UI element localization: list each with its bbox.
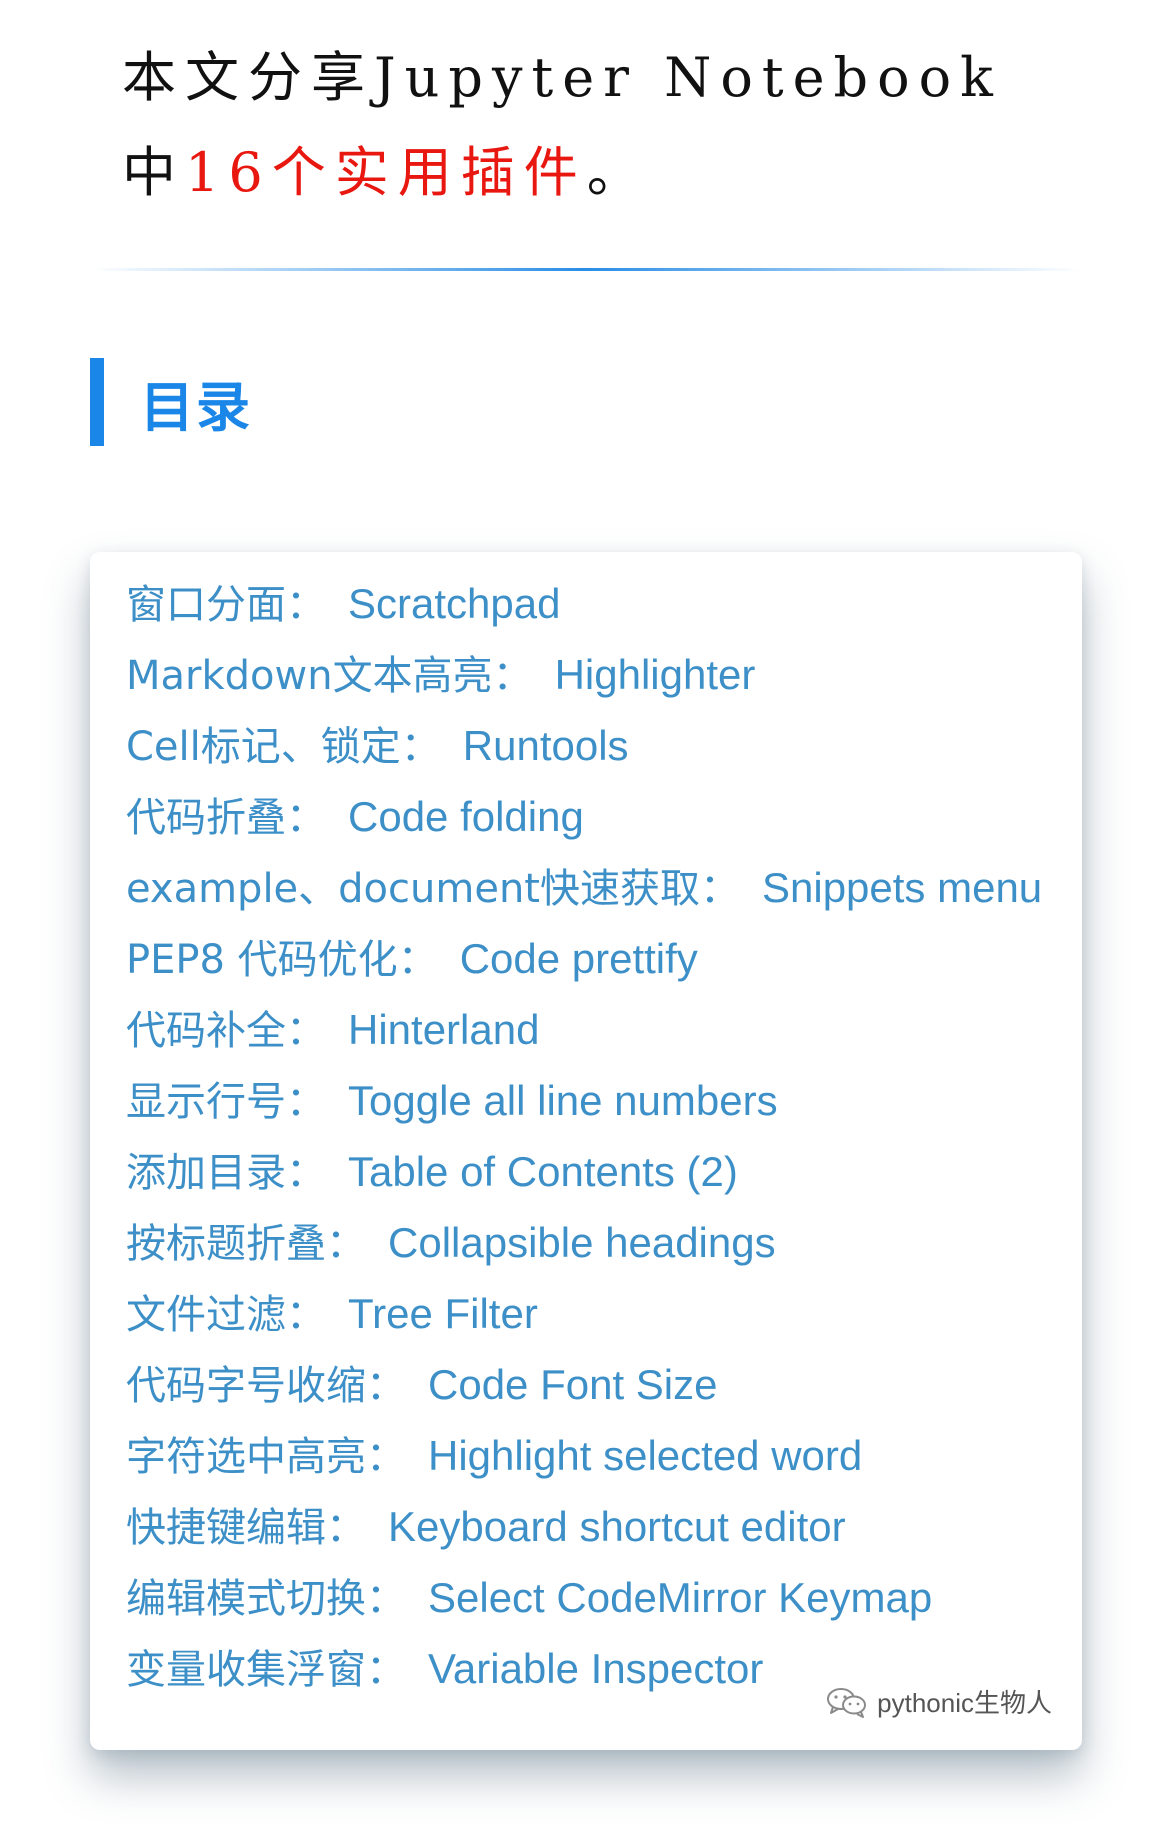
toc-item[interactable]: 显示行号： Toggle all line numbers [126,1065,1042,1136]
wechat-icon [827,1687,867,1718]
toc-item-separator: ： [397,937,438,983]
toc-item-chinese-title: 文件过滤 [126,1292,286,1338]
watermark: pythonic生物人 [825,1683,1052,1720]
intro-line-2-prefix: 中 [122,141,185,204]
toc-item-separator: ： [366,1434,406,1480]
toc-item-chinese-title: 代码折叠 [126,795,286,841]
toc-item[interactable]: 文件过滤： Tree Filter [126,1278,1042,1349]
toc-item-chinese-title: 按标题折叠 [126,1221,326,1267]
toc-item-chinese-title: 字符选中高亮 [126,1434,366,1480]
toc-item-separator: ： [326,1221,366,1267]
toc-item-plugin-name: Select CodeMirror Keymap [428,1574,933,1621]
toc-item-chinese-title: PEP8 代码优化 [126,937,398,983]
intro-line-2: 中16个实用插件。 [122,125,1082,220]
watermark-text: pythonic生物人 [877,1688,1052,1718]
toc-list: 窗口分面： Scratchpad Markdown文本高亮： Highlighter C… [126,568,1042,1704]
toc-item[interactable]: 代码字号收缩： Code Font Size [126,1349,1042,1420]
toc-item-separator: ： [286,1008,326,1054]
toc-item-chinese-title: 添加目录 [126,1150,286,1196]
heading-accent-bar [90,358,104,446]
toc-item-chinese-title: Cell标记、锁定 [126,724,401,770]
toc-item-chinese-title: 快捷键编辑 [126,1505,326,1551]
toc-item[interactable]: 代码折叠： Code folding [126,781,1042,852]
toc-item-plugin-name: Hinterland [348,1006,540,1053]
toc-item-separator: ： [699,866,740,912]
toc-item[interactable]: 窗口分面： Scratchpad [126,568,1042,639]
toc-item-separator: ： [326,1505,366,1551]
toc-item-plugin-name: Runtools [462,722,629,769]
toc-item[interactable]: 按标题折叠： Collapsible headings [126,1207,1042,1278]
toc-item-plugin-name: Collapsible headings [388,1219,776,1266]
toc-item[interactable]: 字符选中高亮： Highlight selected word [126,1420,1042,1491]
intro-highlight: 16个实用插件 [185,141,587,204]
toc-item-chinese-title: 变量收集浮窗 [126,1647,366,1693]
toc-item-plugin-name: Code prettify [459,935,698,982]
toc-item-separator: ： [366,1576,406,1622]
toc-item-plugin-name: Highlight selected word [428,1432,863,1479]
toc-item-plugin-name: Highlighter [554,651,756,698]
toc-card: 窗口分面： Scratchpad Markdown文本高亮： Highlighter C… [90,552,1082,1750]
intro-line-1: 本文分享Jupyter Notebook [122,46,1002,109]
section-heading: 目录 [90,358,252,446]
toc-item[interactable]: PEP8 代码优化： Code prettify [126,923,1042,994]
toc-item-plugin-name: Keyboard shortcut editor [388,1503,846,1550]
toc-item-separator: ： [366,1363,406,1409]
intro-line-2-suffix: 。 [586,141,650,204]
toc-item-chinese-title: Markdown文本高亮 [126,653,493,699]
toc-item[interactable]: 快捷键编辑： Keyboard shortcut editor [126,1491,1042,1562]
toc-item-chinese-title: 代码补全 [126,1008,286,1054]
toc-item[interactable]: Cell标记、锁定： Runtools [126,710,1042,781]
toc-item[interactable]: Markdown文本高亮： Highlighter [126,639,1042,710]
toc-item-separator: ： [286,795,326,841]
toc-item-separator: ： [286,1079,326,1125]
toc-item-separator: ： [286,1150,326,1196]
toc-item-plugin-name: Snippets menu [761,864,1043,911]
toc-item-plugin-name: Scratchpad [348,580,561,627]
section-title: 目录 [140,375,252,439]
toc-item-chinese-title: example、document快速获取 [126,866,700,912]
toc-item-chinese-title: 代码字号收缩 [126,1363,366,1409]
toc-item[interactable]: example、document快速获取： Snippets menu [126,852,1042,923]
section-divider [90,268,1080,271]
toc-item[interactable]: 代码补全： Hinterland [126,994,1042,1065]
toc-item-chinese-title: 窗口分面 [126,582,286,628]
toc-item-separator: ： [286,1292,326,1338]
toc-item-separator: ： [286,582,326,628]
toc-item-separator: ： [366,1647,406,1693]
intro-text: 本文分享Jupyter Notebook 中16个实用插件。 [122,30,1082,220]
toc-item-plugin-name: Tree Filter [348,1290,538,1337]
toc-item-plugin-name: Toggle all line numbers [348,1077,778,1124]
toc-item-separator: ： [400,724,441,770]
toc-item-chinese-title: 编辑模式切换 [126,1576,366,1622]
toc-item[interactable]: 编辑模式切换： Select CodeMirror Keymap [126,1562,1042,1633]
toc-item-plugin-name: Variable Inspector [428,1645,764,1692]
toc-item[interactable]: 添加目录： Table of Contents (2) [126,1136,1042,1207]
toc-item-plugin-name: Code folding [348,793,584,840]
toc-item-plugin-name: Table of Contents (2) [348,1148,738,1195]
toc-item-separator: ： [492,653,533,699]
toc-item-chinese-title: 显示行号 [126,1079,286,1125]
toc-item-plugin-name: Code Font Size [428,1361,718,1408]
